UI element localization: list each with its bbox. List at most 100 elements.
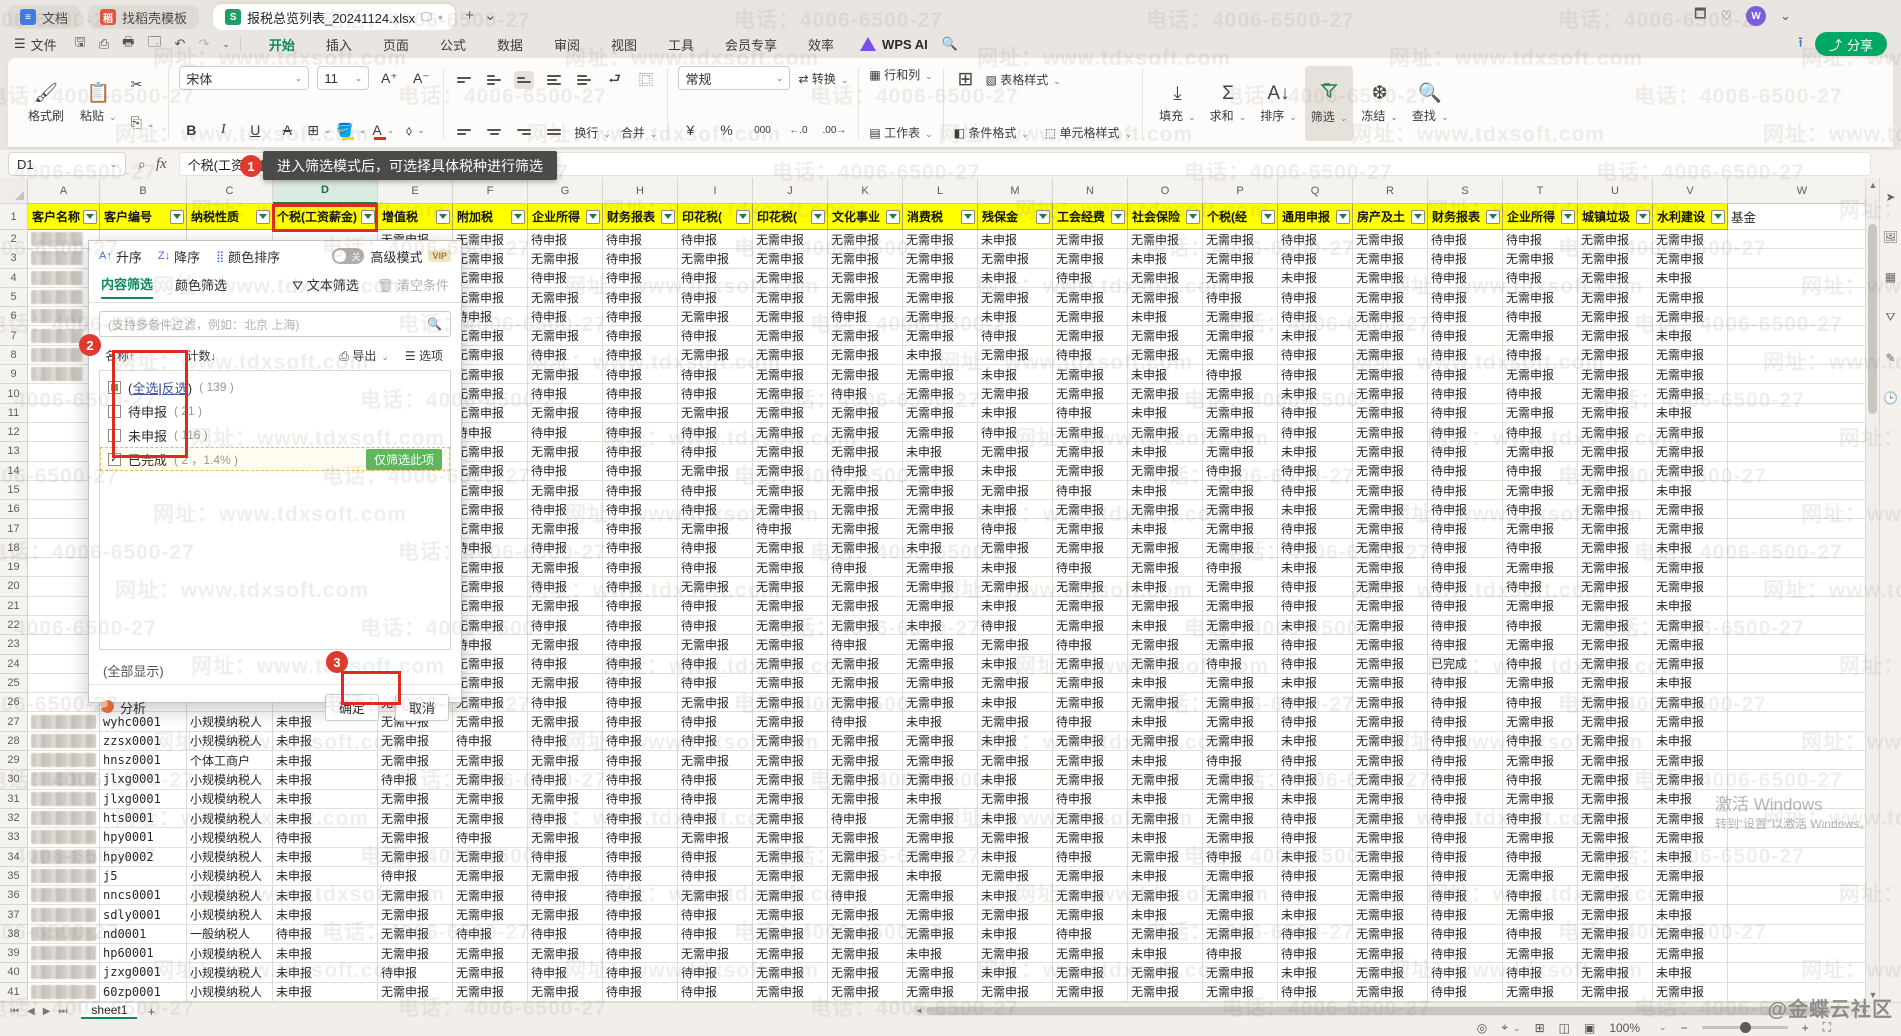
cell-B34[interactable]: hpy0002 [100,848,187,867]
cell-K37[interactable]: 无需申报 [828,905,903,924]
print-icon[interactable]: 🖶 [122,33,134,55]
cell-N31[interactable]: 待申报 [1053,790,1128,809]
cell-G30[interactable]: 待申报 [528,770,603,789]
cell-Q21[interactable]: 待申报 [1278,597,1353,616]
percent-format-icon[interactable]: % [714,119,738,141]
cell-Q23[interactable]: 待申报 [1278,635,1353,654]
cell-L39[interactable]: 未申报 [903,944,978,963]
cell-L9[interactable]: 无需申报 [903,365,978,384]
cell-N20[interactable]: 无需申报 [1053,577,1128,596]
cell-U17[interactable]: 无需申报 [1578,519,1653,538]
cell-T23[interactable]: 无需申报 [1503,635,1578,654]
fullscreen-icon[interactable]: ⛶ [1823,1020,1831,1035]
cell-B32[interactable]: hts0001 [100,809,187,828]
cell-G18[interactable]: 待申报 [528,539,603,558]
cell-T35[interactable]: 无需申报 [1503,867,1578,886]
row-number-24[interactable]: 24 [0,655,28,674]
cell-O34[interactable]: 无需申报 [1128,848,1203,867]
cell-I18[interactable]: 待申报 [678,539,753,558]
cell-F14[interactable]: 无需申报 [453,462,528,481]
cell-R3[interactable]: 无需申报 [1353,249,1428,268]
cell-L18[interactable]: 未申报 [903,539,978,558]
cell-V34[interactable]: 未申报 [1653,848,1728,867]
cell-H20[interactable]: 待申报 [603,577,678,596]
cell-T18[interactable]: 待申报 [1503,539,1578,558]
cell-M21[interactable]: 未申报 [978,597,1053,616]
cell-P8[interactable]: 无需申报 [1203,346,1278,365]
cell-V9[interactable]: 无需申报 [1653,365,1728,384]
cell-U35[interactable]: 无需申报 [1578,867,1653,886]
cell-I6[interactable]: 无需申报 [678,307,753,326]
cell-Q30[interactable]: 待申报 [1278,770,1353,789]
menu-tab-效率[interactable]: 效率 [806,32,836,57]
cell-T9[interactable]: 无需申报 [1503,365,1578,384]
borders-button[interactable]: ⊞⌄ [307,119,331,141]
redo-icon[interactable]: ↷ [198,36,209,52]
cell-H9[interactable]: 待申报 [603,365,678,384]
export-icon[interactable]: ⎙ [99,36,109,52]
cell-K8[interactable]: 无需申报 [828,346,903,365]
cell-O27[interactable]: 未申报 [1128,712,1203,731]
cell-A34[interactable] [28,848,100,867]
cell-I38[interactable]: 待申报 [678,925,753,944]
cell-T32[interactable]: 待申报 [1503,809,1578,828]
cell-N4[interactable]: 待申报 [1053,269,1128,288]
column-letter-U[interactable]: U [1578,178,1653,204]
undo-icon[interactable]: ↶ [175,36,186,52]
row-number-40[interactable]: 40 [0,963,28,982]
cell-I29[interactable]: 无需申报 [678,751,753,770]
cell-C36[interactable]: 小规模纳税人 [187,886,273,905]
cell-L4[interactable]: 无需申报 [903,269,978,288]
cell-D37[interactable]: 未申报 [273,905,378,924]
cell-N14[interactable]: 无需申报 [1053,462,1128,481]
cell-G5[interactable]: 无需申报 [528,288,603,307]
cell-T16[interactable]: 待申报 [1503,500,1578,519]
cell-N38[interactable]: 待申报 [1053,925,1128,944]
cell-P26[interactable]: 无需申报 [1203,693,1278,712]
select-all-corner[interactable] [0,178,28,204]
cell-K36[interactable]: 待申报 [828,886,903,905]
cell-O8[interactable]: 无需申报 [1128,346,1203,365]
cell-Q12[interactable]: 待申报 [1278,423,1353,442]
cell-M9[interactable]: 未申报 [978,365,1053,384]
cell-T34[interactable]: 待申报 [1503,848,1578,867]
align-top-icon[interactable] [454,71,474,89]
cell-Q27[interactable]: 待申报 [1278,712,1353,731]
cell-H39[interactable]: 待申报 [603,944,678,963]
wrap-text-icon[interactable]: ⮐ [604,66,625,94]
zoom-level[interactable]: 100% [1609,1021,1640,1035]
cell-Q29[interactable]: 待申报 [1278,751,1353,770]
cell-K18[interactable]: 无需申报 [828,539,903,558]
cell-P18[interactable]: 无需申报 [1203,539,1278,558]
header-cell-D[interactable]: 个税(工资薪金) [273,204,378,230]
cell-D41[interactable]: 未申报 [273,983,378,1002]
cell-R31[interactable]: 无需申报 [1353,790,1428,809]
header-cell-U[interactable]: 城镇垃圾 [1578,204,1653,230]
cell-U28[interactable]: 无需申报 [1578,732,1653,751]
cell-Q11[interactable]: 待申报 [1278,404,1353,423]
cell-R26[interactable]: 无需申报 [1353,693,1428,712]
cell-O4[interactable]: 无需申报 [1128,269,1203,288]
cell-R36[interactable]: 无需申报 [1353,886,1428,905]
cell-Q15[interactable]: 待申报 [1278,481,1353,500]
cell-S15[interactable]: 待申报 [1428,481,1503,500]
fill-button[interactable]: ⤓ 填充⌄ [1153,66,1202,141]
cell-I33[interactable]: 无需申报 [678,828,753,847]
cell-H40[interactable]: 待申报 [603,963,678,982]
cell-A33[interactable] [28,828,100,847]
cell-W7[interactable] [1728,326,1877,345]
cell-N30[interactable]: 无需申报 [1053,770,1128,789]
cell-I2[interactable]: 待申报 [678,230,753,249]
cell-O15[interactable]: 未申报 [1128,481,1203,500]
filter-dropdown-icon[interactable] [256,210,270,224]
cell-Q5[interactable]: 待申报 [1278,288,1353,307]
filter-dropdown-icon[interactable] [1186,210,1200,224]
rail-cursor-icon[interactable]: ➤ [1885,190,1895,204]
cell-R38[interactable]: 无需申报 [1353,925,1428,944]
header-cell-T[interactable]: 企业所得 [1503,204,1578,230]
row-number-20[interactable]: 20 [0,577,28,596]
font-name-select[interactable]: 宋体⌄ [179,66,309,90]
cell-F23[interactable]: 待申报 [453,635,528,654]
cell-V22[interactable]: 无需申报 [1653,616,1728,635]
cell-C40[interactable]: 小规模纳税人 [187,963,273,982]
